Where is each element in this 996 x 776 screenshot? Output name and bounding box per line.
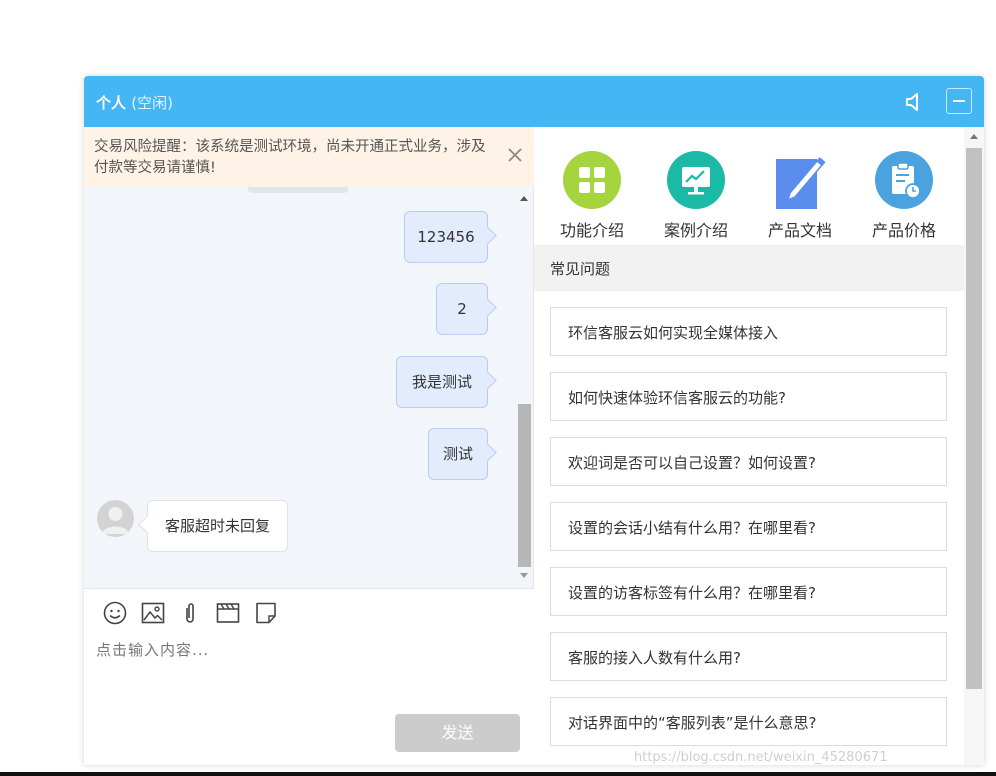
image-icon <box>141 602 165 624</box>
emoji-icon <box>103 601 127 625</box>
emoji-button[interactable] <box>103 601 127 625</box>
risk-alert: 交易风险提醒：该系统是测试环境，尚未开通正式业务，涉及付款等交易请谨慎! <box>84 127 534 187</box>
composer: 点击输入内容... 发送 <box>84 588 534 765</box>
scrollbar-thumb[interactable] <box>966 148 982 689</box>
faq-header: 常见问题 <box>534 245 964 291</box>
alert-text: 交易风险提醒：该系统是测试环境，尚未开通正式业务，涉及付款等交易请谨慎! <box>94 139 486 176</box>
faq-item-text: 对话界面中的“客服列表”是什么意思? <box>568 714 817 732</box>
shortcut-label: 产品价格 <box>871 221 936 240</box>
agent-avatar <box>97 500 134 537</box>
edit-document-icon <box>771 151 829 209</box>
faq-item-text: 设置的访客标签有什么用？在哪里看? <box>568 584 816 602</box>
faq-title: 常见问题 <box>550 260 611 278</box>
window-title: 个人 (空闲) <box>96 92 173 113</box>
outgoing-message: 2 <box>436 283 488 335</box>
faq-item[interactable]: 环信客服云如何实现全媒体接入 <box>550 307 947 356</box>
outgoing-message: 123456 <box>404 211 488 263</box>
speaker-icon <box>906 93 918 111</box>
clipboard-clock-icon <box>875 151 933 209</box>
send-button[interactable]: 发送 <box>395 714 520 752</box>
faq-item-text: 欢迎词是否可以自己设置？如何设置? <box>568 454 816 472</box>
outgoing-message: 测试 <box>428 428 488 480</box>
chat-window: 个人 (空闲) 交易风险提醒：该系统是测试环境，尚未开通正式业务，涉及付款等交易… <box>84 76 984 765</box>
shortcut-label: 功能介绍 <box>559 221 624 240</box>
shortcut-case-intro[interactable]: 案例介绍 <box>644 151 748 241</box>
faq-item[interactable]: 对话界面中的“客服列表”是什么意思? <box>550 697 947 746</box>
video-button[interactable] <box>216 601 240 625</box>
faq-item-text: 客服的接入人数有什么用? <box>568 649 741 667</box>
sound-toggle-button[interactable] <box>904 91 928 113</box>
paperclip-icon <box>186 603 194 623</box>
clapperboard-icon <box>216 603 240 623</box>
faq-item-text: 设置的会话小结有什么用？在哪里看? <box>568 519 816 537</box>
message-input[interactable]: 点击输入内容... <box>96 639 209 660</box>
previous-message-stub <box>248 187 348 193</box>
faq-item-text: 如何快速体验环信客服云的功能? <box>568 389 786 407</box>
scroll-up-arrow[interactable] <box>970 134 978 139</box>
agent-name: 个人 <box>96 94 127 112</box>
info-scrollbar[interactable] <box>964 127 984 765</box>
minimize-button[interactable] <box>946 88 972 114</box>
page-bottom-border <box>0 772 996 776</box>
attachment-button[interactable] <box>178 601 202 625</box>
shortcut-label: 产品文档 <box>767 221 832 240</box>
faq-item[interactable]: 设置的访客标签有什么用？在哪里看? <box>550 567 947 616</box>
grid-icon <box>563 151 621 209</box>
shortcut-pricing[interactable]: 产品价格 <box>852 151 956 241</box>
note-button[interactable] <box>254 601 278 625</box>
incoming-message: 客服超时未回复 <box>147 500 288 552</box>
agent-status: (空闲) <box>131 94 173 112</box>
image-button[interactable] <box>141 601 165 625</box>
faq-item-text: 环信客服云如何实现全媒体接入 <box>568 324 779 342</box>
scroll-up-arrow[interactable] <box>520 196 528 201</box>
note-icon <box>256 602 276 624</box>
scroll-down-arrow[interactable] <box>520 573 528 578</box>
info-panel: 功能介绍 案例介绍 产品文档 产品价格 常见问题 环信客服云如何实现全媒体接入 … <box>534 127 984 765</box>
scrollbar-thumb[interactable] <box>518 404 531 567</box>
faq-item[interactable]: 如何快速体验环信客服云的功能? <box>550 372 947 421</box>
shortcut-label: 案例介绍 <box>663 221 728 240</box>
outgoing-message: 我是测试 <box>396 356 488 408</box>
faq-item[interactable]: 设置的会话小结有什么用？在哪里看? <box>550 502 947 551</box>
shortcut-feature-intro[interactable]: 功能介绍 <box>540 151 644 241</box>
monitor-chart-icon <box>667 151 725 209</box>
close-icon <box>508 148 522 162</box>
shortcut-product-docs[interactable]: 产品文档 <box>748 151 852 241</box>
chat-panel: 交易风险提醒：该系统是测试环境，尚未开通正式业务，涉及付款等交易请谨慎! 123… <box>84 127 534 765</box>
user-avatar-icon <box>102 507 129 534</box>
message-scrollbar[interactable] <box>514 187 534 588</box>
alert-close-button[interactable] <box>506 146 524 164</box>
watermark-text: https://blog.csdn.net/weixin_45280671 <box>634 750 888 765</box>
faq-item[interactable]: 客服的接入人数有什么用? <box>550 632 947 681</box>
title-bar: 个人 (空闲) <box>84 76 984 127</box>
faq-item[interactable]: 欢迎词是否可以自己设置？如何设置? <box>550 437 947 486</box>
message-list[interactable]: 123456 2 我是测试 测试 客服超时未回复 <box>84 187 534 588</box>
shortcut-bar: 功能介绍 案例介绍 产品文档 产品价格 <box>534 127 964 245</box>
